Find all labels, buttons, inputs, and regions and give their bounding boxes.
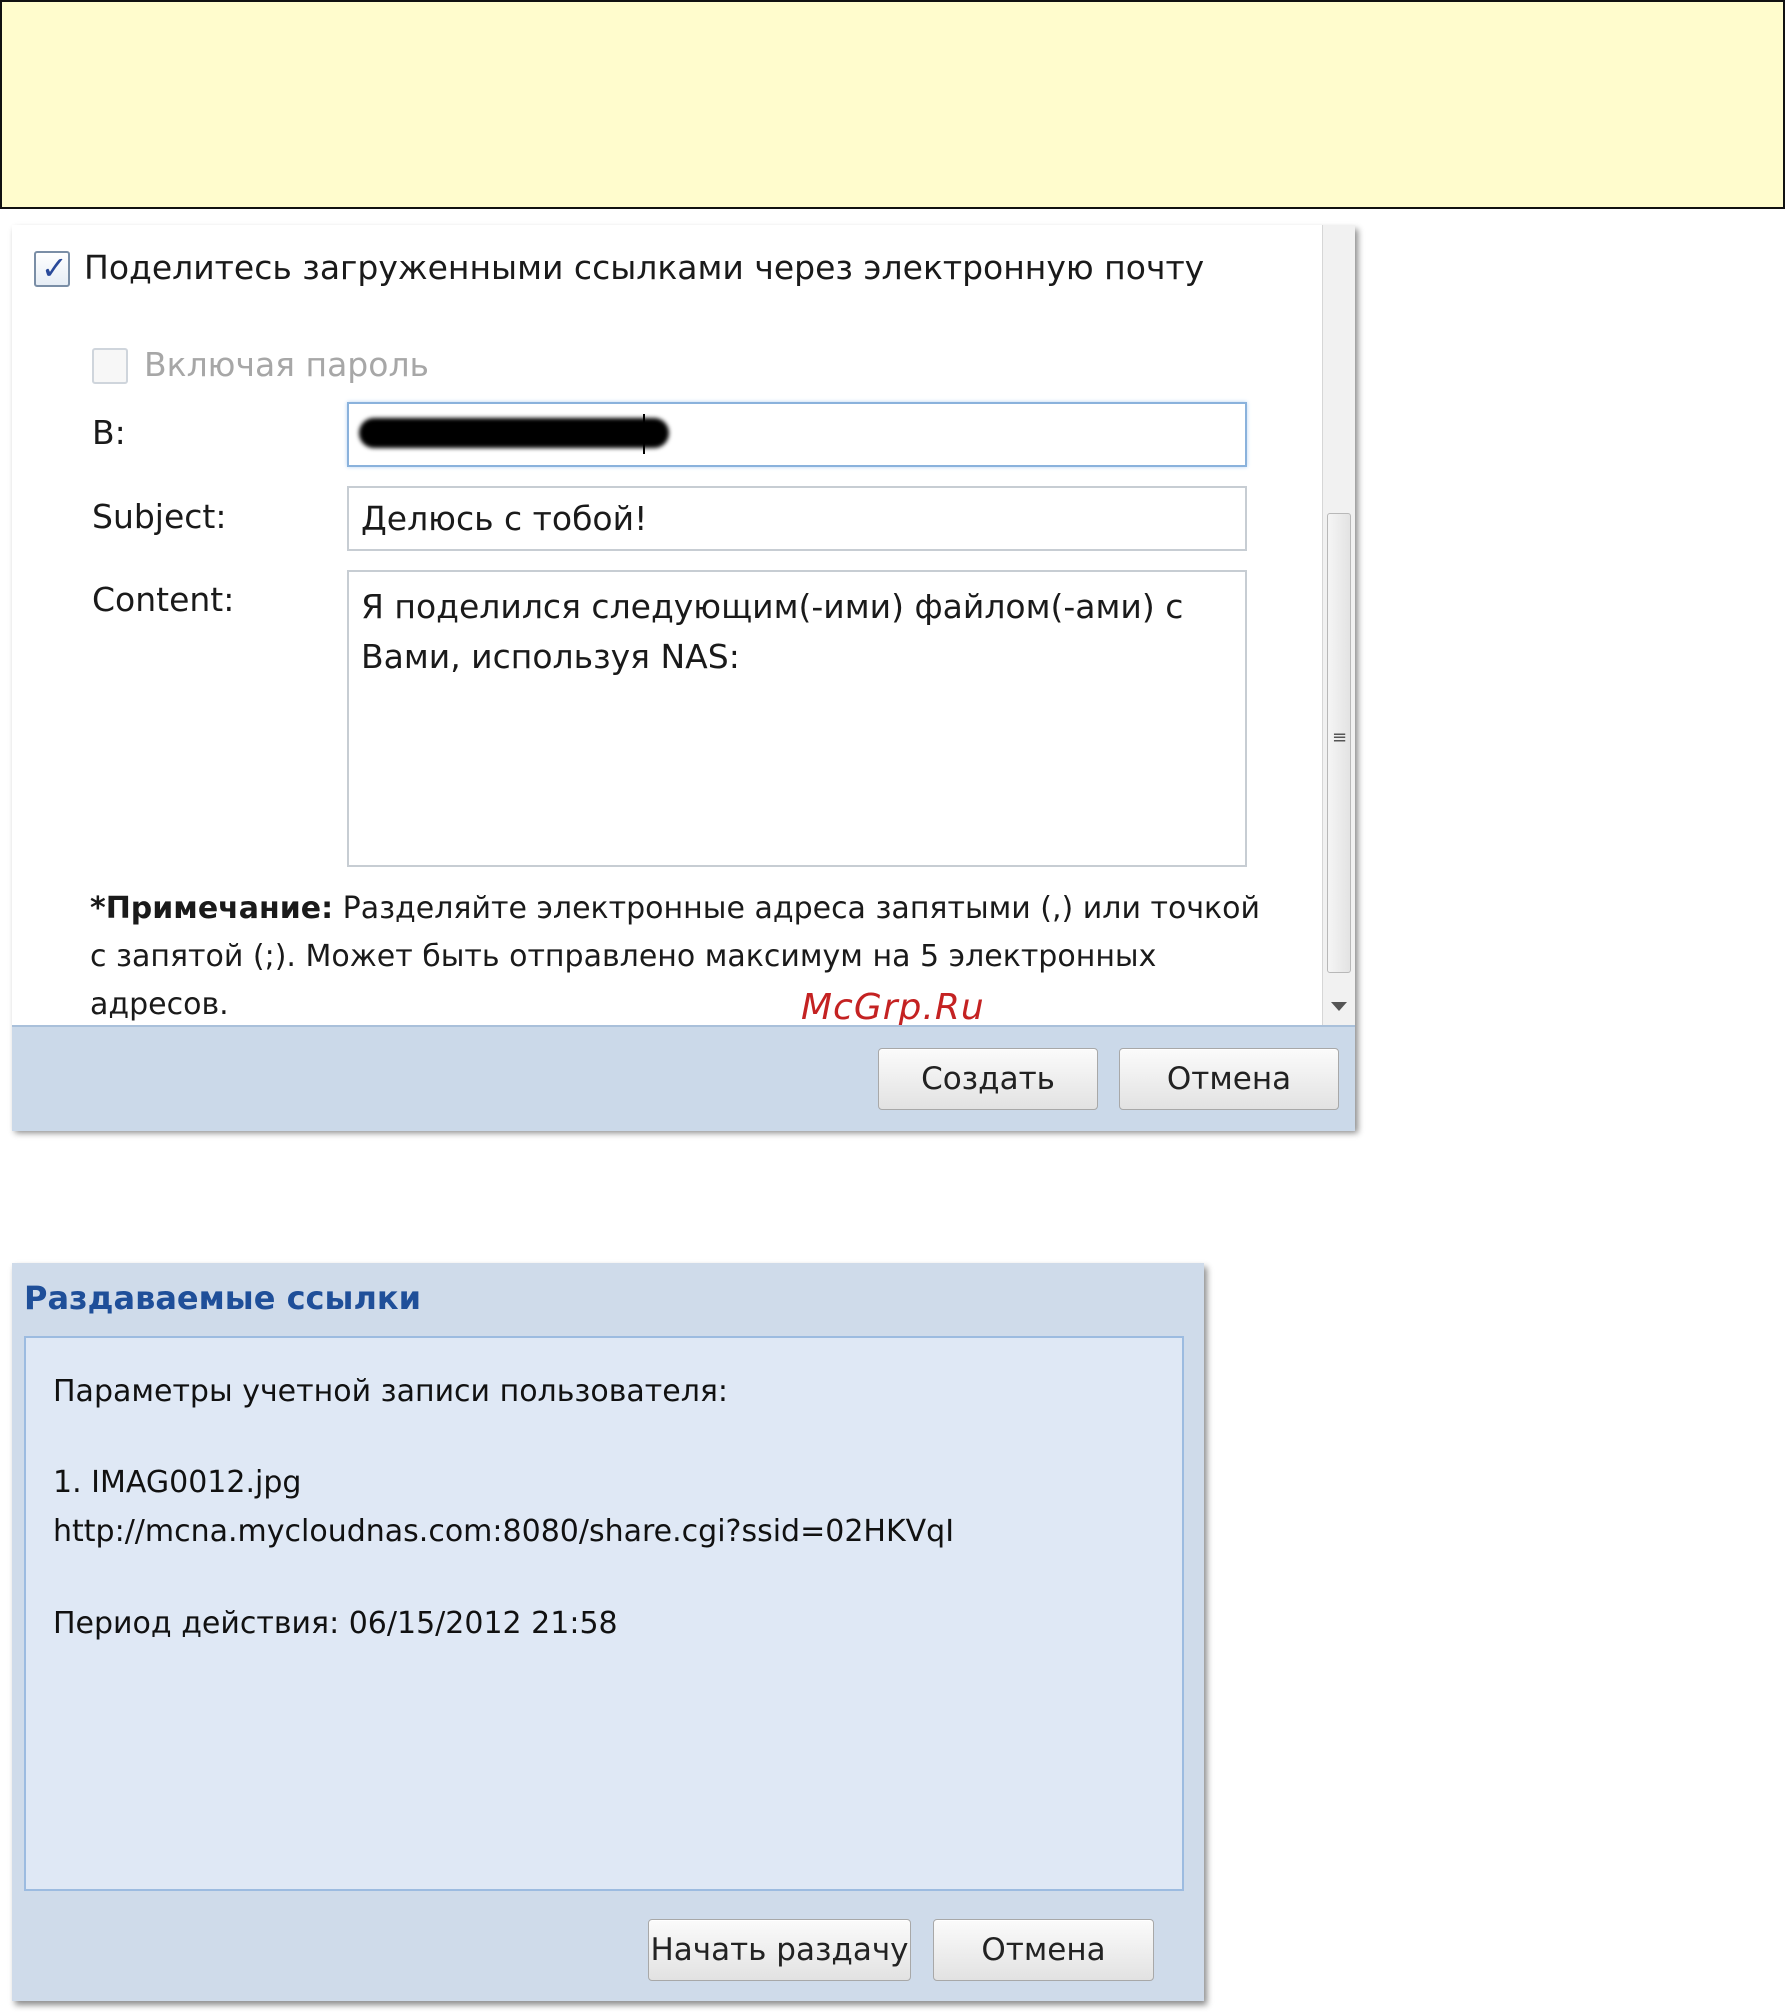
check-icon: ✓ xyxy=(41,249,68,287)
share-via-email-checkbox[interactable]: ✓ xyxy=(34,249,70,287)
scrollbar-thumb[interactable]: ≡ xyxy=(1327,513,1351,973)
cancel-button[interactable]: Отмена xyxy=(933,1919,1154,1981)
subject-field[interactable]: Делюсь с тобой! xyxy=(347,486,1247,551)
to-label: В: xyxy=(92,413,126,452)
share-link[interactable]: http://mcna.mycloudnas.com:8080/share.cg… xyxy=(53,1514,954,1549)
include-password-checkbox[interactable] xyxy=(92,348,128,384)
subject-label: Subject: xyxy=(92,497,227,536)
account-params-label: Параметры учетной записи пользователя: xyxy=(53,1374,729,1409)
note-text: *Примечание: Разделяйте электронные адре… xyxy=(90,885,1270,1029)
share-via-email-label: Поделитесь загруженными ссылками через э… xyxy=(84,248,1205,287)
create-button[interactable]: Создать xyxy=(878,1048,1098,1110)
cancel-button[interactable]: Отмена xyxy=(1119,1048,1339,1110)
to-field[interactable] xyxy=(347,402,1247,467)
vertical-scrollbar[interactable]: ≡ xyxy=(1322,225,1355,1025)
grip-icon: ≡ xyxy=(1332,727,1348,748)
redacted-email xyxy=(359,418,669,448)
text-caret xyxy=(643,414,645,454)
include-password-label: Включая пароль xyxy=(144,345,429,384)
file-entry: 1. IMAG0012.jpg xyxy=(53,1465,302,1500)
share-info-panel: Параметры учетной записи пользователя: 1… xyxy=(24,1336,1184,1891)
content-label: Content: xyxy=(92,580,235,619)
validity-period: Период действия: 06/15/2012 21:58 xyxy=(53,1606,618,1641)
start-sharing-button[interactable]: Начать раздачу xyxy=(648,1919,911,1981)
scroll-down-arrow-icon[interactable] xyxy=(1331,1002,1347,1011)
watermark: McGrp.Ru xyxy=(801,987,985,1028)
dialog-footer: Создать Отмена xyxy=(12,1025,1355,1131)
share-email-dialog: ✓ Поделитесь загруженными ссылками через… xyxy=(12,225,1355,1131)
content-textarea[interactable]: Я поделился следующим(-ими) файлом(-ами)… xyxy=(347,570,1247,867)
dialog-title: Раздаваемые ссылки xyxy=(24,1279,422,1317)
note-banner xyxy=(0,0,1785,209)
dialog-body: ✓ Поделитесь загруженными ссылками через… xyxy=(12,225,1322,1028)
share-links-dialog: Раздаваемые ссылки Параметры учетной зап… xyxy=(12,1263,1204,2001)
note-bold: *Примечание: xyxy=(90,891,334,926)
